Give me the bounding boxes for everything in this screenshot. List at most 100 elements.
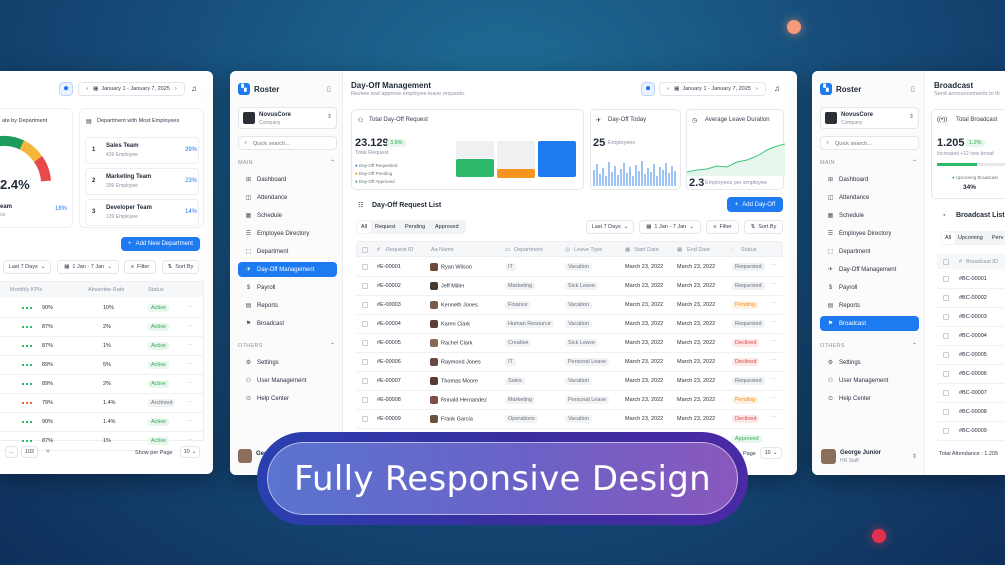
row-checkbox[interactable] [943,276,949,282]
shield-icon[interactable]: ⬢ [59,82,73,96]
bell-icon[interactable]: ♫ [191,84,197,93]
sidebar-item-user-management[interactable]: ⚇ User Management [238,373,337,388]
tab-all[interactable]: All [357,221,371,233]
table-row[interactable]: #E-00001 Ryan Wilson IT Vacation March 23, 2… [356,258,783,277]
sort-button[interactable]: ⇅ Sort By [162,260,199,274]
sidebar-item-broadcast[interactable]: ⚑ Broadcast [238,316,337,331]
row-checkbox[interactable] [362,340,368,346]
table-row[interactable]: #BC-00002 [937,289,1005,308]
table-row[interactable]: #E-00003 Kenneth Jones Finance Vacation Marc… [356,296,783,315]
search-box[interactable]: ⌕ [238,136,337,150]
chevron-updown-icon[interactable]: ⇕ [912,453,917,460]
row-checkbox[interactable] [943,428,949,434]
more-icon[interactable]: ··· [187,437,193,443]
sidebar-item-user-management[interactable]: ⚇ User Management [820,373,919,388]
row-checkbox[interactable] [362,397,368,403]
tab-request[interactable]: Request [375,221,396,233]
search-box[interactable]: ⌕ [820,136,919,150]
sidebar-item-dashboard[interactable]: ⊞ Dashboard [238,172,337,187]
more-icon[interactable]: ··· [770,357,776,363]
table-row[interactable]: #E-00006 Raymond Jones IT Personal Leave Mar… [356,353,783,372]
more-icon[interactable]: ··· [770,300,776,306]
table-row[interactable]: #E-00009 Frank Garcia Operations Vacation Ma… [356,410,783,429]
company-switcher[interactable]: NovusCore Company ⇕ [820,107,919,129]
sidebar-item-settings[interactable]: ⚙ Settings [820,355,919,370]
range-select[interactable]: Last 7 Days ⌄ [586,220,634,234]
sidebar-item-settings[interactable]: ⚙ Settings [238,355,337,370]
date-select[interactable]: ▦ 1 Jan - 7 Jan ⌄ [57,260,119,274]
more-icon[interactable]: ··· [770,281,776,287]
chevron-right-icon[interactable]: › [756,86,758,92]
date-range-picker[interactable]: ‹ ▦ January 1 - January 7, 2025 › [78,82,185,96]
table-row[interactable]: #BC-00005 [937,346,1005,365]
chevron-left-icon[interactable]: ‹ [86,86,88,92]
table-row[interactable]: #BC-00001 [937,270,1005,289]
table-row[interactable]: 79% 1.4% Archived ··· [0,394,203,413]
company-switcher[interactable]: NovusCore Company ⇕ [238,107,337,129]
table-row[interactable]: #E-00002 Jeff Miller Marketing Sick Leave Ma… [356,277,783,296]
date-select[interactable]: ▦ 1 Jan - 7 Jan ⌄ [639,220,701,234]
sidebar-item-employee-directory[interactable]: ☰ Employee Directory [238,226,337,241]
chevron-up-icon[interactable]: ⌃ [330,159,335,166]
chevron-up-icon[interactable]: ⌃ [912,159,917,166]
tab-previous[interactable]: Perv [992,232,1003,244]
row-checkbox[interactable] [943,314,949,320]
row-checkbox[interactable] [362,302,368,308]
table-row[interactable]: 87% 2% Active ··· [0,318,203,337]
more-icon[interactable]: ··· [770,319,776,325]
row-checkbox[interactable] [943,371,949,377]
add-day-off-button[interactable]: + Add Day-Off [727,197,783,212]
sidebar-item-dashboard[interactable]: ⊞ Dashboard [820,172,919,187]
table-row[interactable]: #BC-00007 [937,384,1005,403]
chevron-up-icon[interactable]: ⌃ [330,342,335,349]
table-row[interactable]: #E-00008 Ronald Hernandez Marketing Persona… [356,391,783,410]
row-checkbox[interactable] [362,264,368,270]
sidebar-item-reports[interactable]: ▤ Reports [820,298,919,313]
sidebar-item-schedule[interactable]: ▦ Schedule [238,208,337,223]
table-row[interactable]: #BC-00004 [937,327,1005,346]
sidebar-item-reports[interactable]: ▤ Reports [238,298,337,313]
table-row[interactable]: #BC-00003 [937,308,1005,327]
table-row[interactable]: #BC-00008 [937,403,1005,422]
row-checkbox[interactable] [362,359,368,365]
table-row[interactable]: #E-00004 Karen Clark Human Resource Vacatio… [356,315,783,334]
date-range-picker[interactable]: ‹ ▦ January 1 - January 7, 2025 › [659,82,766,96]
chevron-left-icon[interactable]: ‹ [667,86,669,92]
more-icon[interactable]: ··· [187,399,193,405]
more-icon[interactable]: ··· [187,380,193,386]
more-icon[interactable]: ··· [770,395,776,401]
chevron-up-icon[interactable]: ⌃ [912,342,917,349]
filter-button[interactable]: ≡ Filter [706,220,739,234]
row-checkbox[interactable] [362,416,368,422]
sidebar-item-day-off-management[interactable]: ✈ Day-Off Management [238,262,337,277]
more-icon[interactable]: ··· [770,338,776,344]
more-icon[interactable]: ··· [770,414,776,420]
sidebar-item-help-center[interactable]: ⊙ Help Center [238,391,337,406]
add-department-button[interactable]: + Add New Department [121,237,200,251]
select-all-checkbox[interactable] [943,259,949,265]
more-icon[interactable]: ··· [187,342,193,348]
sidebar-item-attendance[interactable]: ◫ Attendance [238,190,337,205]
sidebar-item-payroll[interactable]: $ Payroll [820,280,919,295]
row-checkbox[interactable] [943,352,949,358]
sidebar-item-department[interactable]: ⬚ Department [820,244,919,259]
table-row[interactable]: #E-00007 Thomas Moore Sales Vacation March 2… [356,372,783,391]
row-checkbox[interactable] [943,390,949,396]
sidebar-toggle-icon[interactable]: ▯ [911,85,915,93]
more-icon[interactable]: ··· [187,323,193,329]
row-checkbox[interactable] [362,378,368,384]
search-input[interactable] [253,139,333,148]
table-row[interactable]: 90% 10% Active ··· [0,299,203,318]
more-icon[interactable]: ··· [187,361,193,367]
more-icon[interactable]: ··· [770,262,776,268]
tab-approved[interactable]: Approved [435,221,459,233]
table-row[interactable]: 89% 5% Active ··· [0,356,203,375]
tab-pending[interactable]: Pending [405,221,425,233]
table-row[interactable]: #E-00005 Rachel Clark Creative Sick Leave Ma… [356,334,783,353]
range-select[interactable]: Last 7 Days ⌄ [3,260,51,274]
page-last[interactable]: 102 [21,446,38,458]
table-row[interactable]: #BC-00006 [937,365,1005,384]
select-all-checkbox[interactable] [362,247,368,253]
more-icon[interactable]: ··· [770,376,776,382]
per-page-select[interactable]: 10 ⌄ [180,446,200,458]
